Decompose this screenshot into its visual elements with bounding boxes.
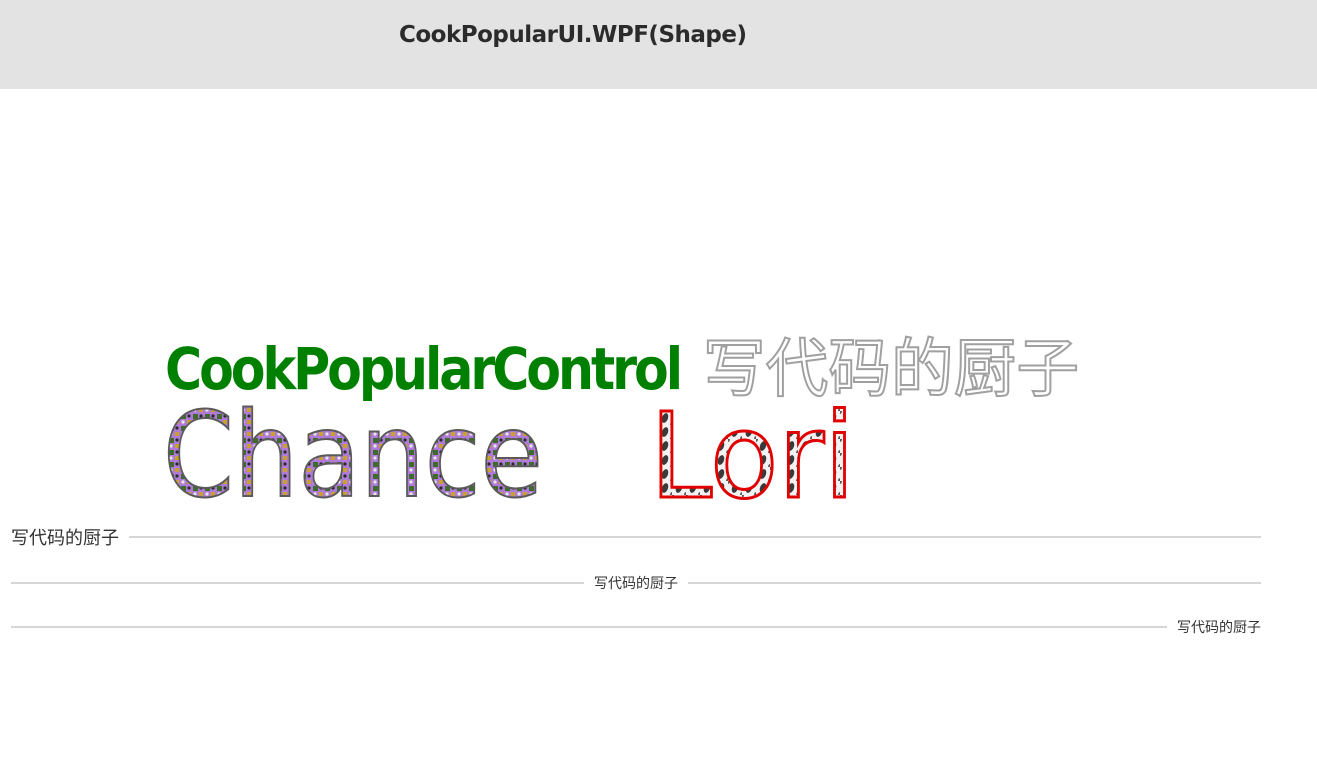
divider-left-label: 写代码的厨子 [11, 528, 119, 549]
window-title: CookPopularUI.WPF(Shape) [399, 22, 747, 48]
divider-line [11, 626, 1167, 628]
divider-line [688, 582, 1261, 584]
divider-line [11, 582, 584, 584]
divider-left-aligned: 写代码的厨子 [11, 525, 1261, 549]
shape-text-canvas: CookPopularControl 写代码的厨子 Chance Lori [162, 332, 1080, 527]
divider-center-label: 写代码的厨子 [594, 576, 678, 592]
content-area: CookPopularControl 写代码的厨子 Chance Lori 写代… [0, 89, 1317, 772]
divider-center-aligned: 写代码的厨子 [11, 573, 1261, 593]
divider-right-aligned: 写代码的厨子 [11, 617, 1261, 637]
divider-right-label: 写代码的厨子 [1177, 620, 1261, 636]
chance-pattern-text: Chance [163, 386, 543, 524]
lori-pattern-text: Lori [650, 387, 855, 525]
window-titlebar: CookPopularUI.WPF(Shape) [0, 0, 1317, 89]
divider-line [129, 536, 1261, 538]
